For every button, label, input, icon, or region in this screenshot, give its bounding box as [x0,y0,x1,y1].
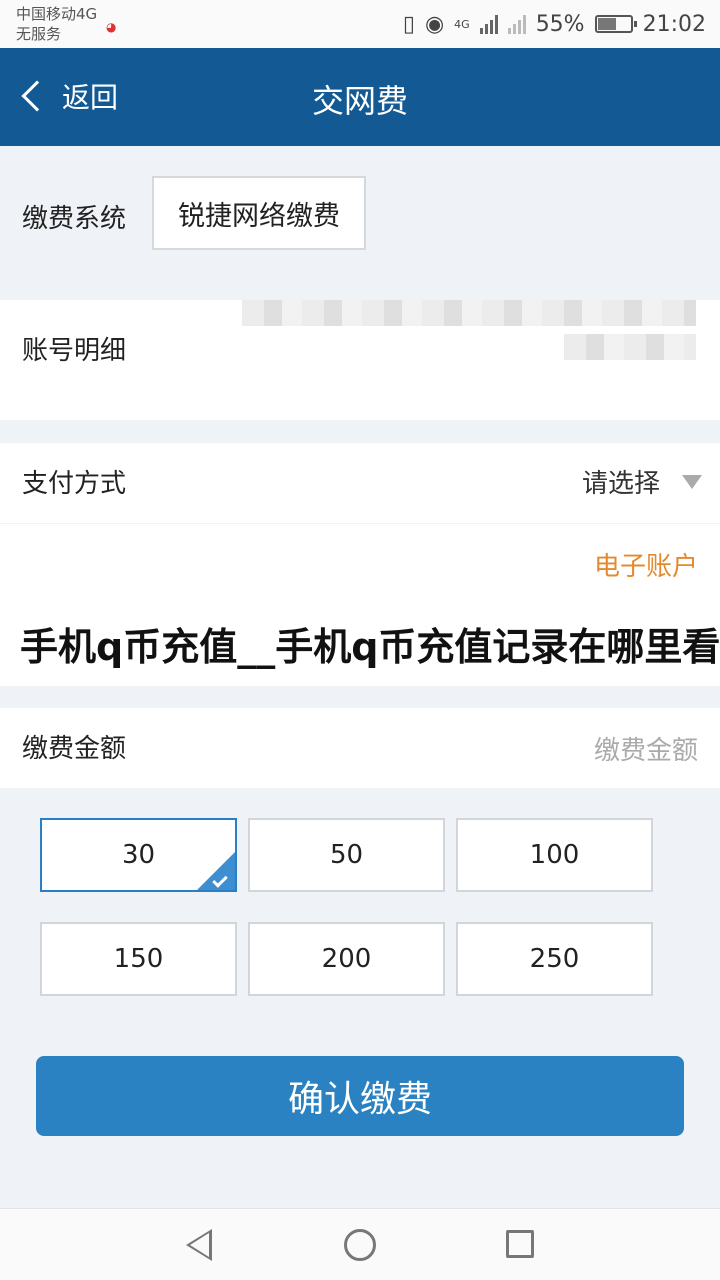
amount-label: 缴费金额 [22,734,127,764]
payment-method-label: 支付方式 [22,469,127,499]
amount-option-50[interactable]: 50 [248,818,445,892]
amount-value: 100 [529,840,580,870]
app-header: 返回 交网费 [0,48,720,146]
amount-option-100[interactable]: 100 [456,818,653,892]
nav-back-icon[interactable] [186,1229,212,1261]
confirm-payment-button[interactable]: 确认缴费 [36,1056,684,1136]
redacted-account-info-2 [564,334,696,360]
carrier-info: 中国移动4G 无服务 [16,4,97,44]
payment-method-row[interactable]: 支付方式 请选择 [0,443,720,523]
network-type: 4G [454,17,470,31]
amount-value: 150 [113,944,164,974]
watermark-banner: 手机q币充值__手机q币充值记录在哪里看 [0,604,720,686]
battery-icon [594,15,637,33]
status-bar: 中国移动4G 无服务 ◕ ▯ ◉ 4G 55% 21:02 [0,0,720,48]
payment-option-row: 电子账户 [0,524,720,604]
clock: 21:02 [642,11,706,37]
battery-percent: 55% [535,11,585,37]
amount-option-200[interactable]: 200 [248,922,445,996]
redacted-account-info [242,300,696,326]
nav-recents-icon[interactable] [506,1230,534,1258]
amount-option-250[interactable]: 250 [456,922,653,996]
amount-option-30[interactable]: 30 [40,818,237,892]
amount-option-150[interactable]: 150 [40,922,237,996]
watermark-text: 手机q币充值__手机q币充值记录在哪里看 [20,625,720,669]
amount-value: 200 [321,944,372,974]
no-signal-icon [507,14,526,34]
page-title: 交网费 [311,82,408,120]
account-detail-row: 账号明细 [0,300,720,420]
status-icons: ▯ ◉ 4G 55% 21:02 [403,8,706,40]
account-detail-label: 账号明细 [22,336,127,366]
weibo-icon: ◕ [106,20,117,34]
service-status: 无服务 [16,25,62,43]
signal-icon [479,14,498,34]
dropdown-arrow-icon [682,475,702,489]
electronic-account-option[interactable]: 电子账户 [594,546,698,583]
amount-value: 50 [329,840,364,870]
vibrate-icon: ▯ [402,11,415,37]
carrier-name: 中国移动4G [16,5,98,23]
amount-value: 250 [529,944,580,974]
payment-system-label: 缴费系统 [22,204,127,234]
amount-row: 缴费金额 缴费金额 [0,708,720,788]
payment-system-select[interactable]: 锐捷网络缴费 [152,176,366,250]
payment-method-select[interactable]: 请选择 [582,463,660,500]
amount-input[interactable]: 缴费金额 [594,730,698,767]
payment-system-row: 缴费系统 锐捷网络缴费 [0,146,720,276]
amount-value: 30 [121,840,156,870]
navigation-bar [0,1208,720,1280]
eye-icon: ◉ [424,11,445,37]
nav-home-icon[interactable] [344,1229,376,1261]
